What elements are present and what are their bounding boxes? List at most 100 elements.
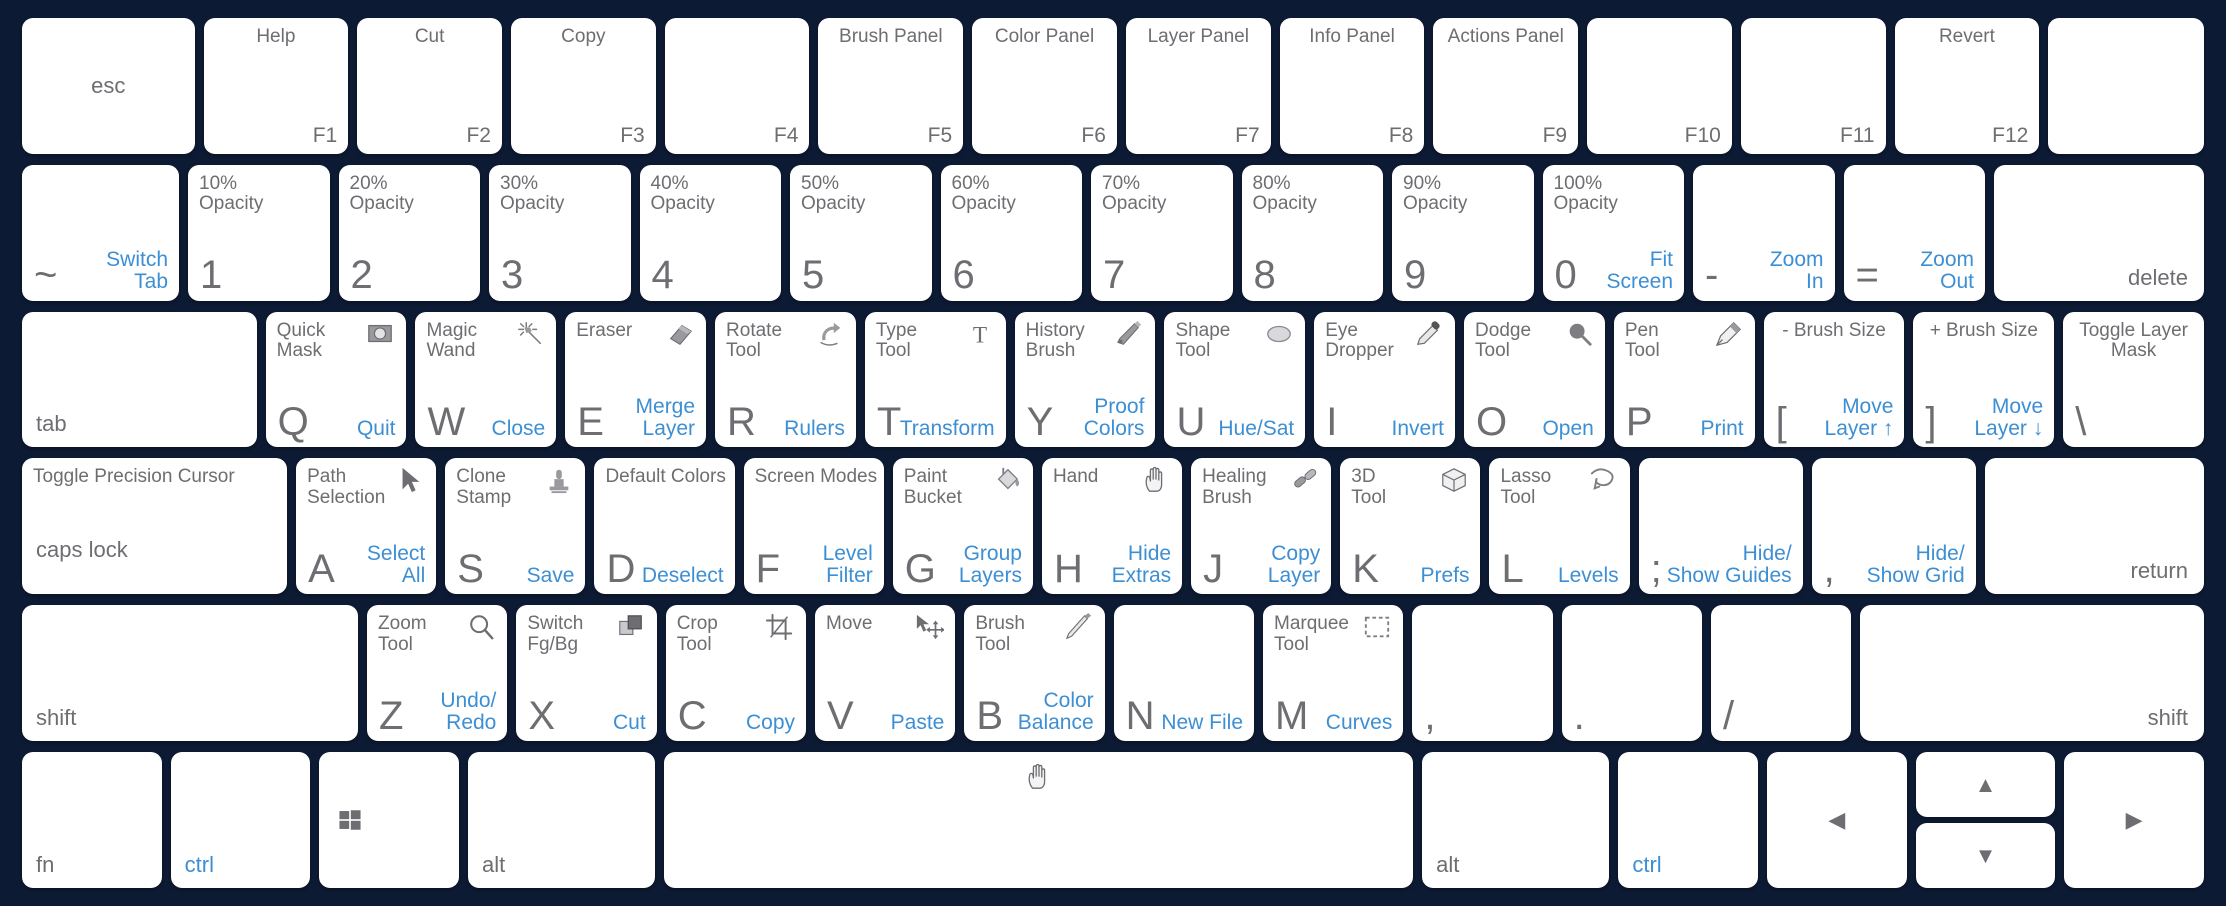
key-4[interactable]: 40% Opacity 4: [639, 164, 782, 301]
arrow-up-icon: ▲: [1974, 771, 1997, 797]
key-slash[interactable]: /: [1710, 605, 1852, 742]
key-equal[interactable]: = Zoom Out: [1843, 164, 1986, 301]
key-action-label: Quit: [356, 417, 396, 441]
key-h[interactable]: Hand H Hide Extras: [1041, 458, 1183, 595]
key-3[interactable]: 30% Opacity 3: [489, 164, 631, 301]
key-bracket-right[interactable]: + Brush Size] Move Layer ↓: [1913, 311, 2055, 448]
key-function-code: F3: [620, 123, 645, 147]
key-6[interactable]: 60% Opacity 6: [940, 164, 1083, 301]
key-l[interactable]: Lasso Tool L Levels: [1489, 458, 1630, 595]
key-f4[interactable]: F4: [664, 18, 810, 154]
key-tool-label: Pen Tool: [1624, 319, 1660, 362]
key-space[interactable]: [664, 752, 1414, 888]
key-action-label: Move Layer ↑: [1824, 394, 1894, 441]
key-glyph: .: [1573, 693, 1585, 738]
key-tool-label: Marquee Tool: [1274, 613, 1349, 655]
key-n[interactable]: N New File: [1113, 605, 1254, 742]
key-d[interactable]: Default Colors D Deselect: [594, 458, 735, 595]
key-arrow-left[interactable]: ◀: [1767, 752, 1907, 888]
key-glyph: Z: [379, 693, 404, 738]
key-tilde[interactable]: ~ Switch Tab: [22, 164, 180, 301]
key-e[interactable]: Eraser E Merge Layer: [565, 311, 707, 448]
key-alt-left[interactable]: alt: [467, 752, 656, 888]
zoom-tool-icon: [464, 612, 498, 642]
key-f8[interactable]: Info Panel F8: [1279, 18, 1425, 154]
key-action-label: Copy Layer: [1267, 541, 1321, 588]
key-9[interactable]: 90% Opacity 9: [1392, 164, 1534, 301]
key-f7[interactable]: Layer Panel F7: [1125, 18, 1271, 154]
key-f12[interactable]: Revert F12: [1894, 18, 2040, 154]
key-v[interactable]: Move V Paste: [815, 605, 956, 742]
key-glyph: 8: [1253, 253, 1276, 298]
key-1[interactable]: 10% Opacity 1: [188, 164, 330, 301]
key-win[interactable]: [319, 752, 459, 888]
key-alt-right[interactable]: alt: [1422, 752, 1610, 888]
key-comma[interactable]: ,: [1412, 605, 1553, 742]
key-backslash[interactable]: Toggle Layer Mask \: [2063, 311, 2205, 448]
key-f6[interactable]: Color Panel F6: [972, 18, 1117, 154]
key-esc[interactable]: esc: [22, 18, 195, 154]
key-caps-lock[interactable]: Toggle Precision Cursor caps lock: [22, 458, 288, 595]
key-b[interactable]: Brush Tool B Color Balance: [964, 605, 1105, 742]
key-bracket-left[interactable]: - Brush Size [Move Layer ↑: [1763, 311, 1905, 448]
key-fn[interactable]: fn: [22, 752, 162, 888]
brush-icon: [1062, 612, 1096, 642]
key-g[interactable]: Paint Bucket G Group Layers: [892, 458, 1033, 595]
key-minus[interactable]: - Zoom In: [1693, 164, 1835, 301]
key-arrow-up[interactable]: ▲: [1915, 752, 2056, 818]
key-w[interactable]: Magic Wand W Close: [415, 311, 557, 448]
key-f5[interactable]: Brush Panel F5: [818, 18, 964, 154]
key-f2[interactable]: Cut F2: [357, 18, 502, 154]
key-u[interactable]: Shape Tool U Hue/Sat: [1164, 311, 1306, 448]
key-f9[interactable]: Actions Panel F9: [1433, 18, 1579, 154]
key-f11[interactable]: F11: [1740, 18, 1886, 154]
key-s[interactable]: Clone Stamp S Save: [445, 458, 586, 595]
key-shift-left[interactable]: shift: [22, 605, 359, 742]
key-quote[interactable]: , Hide/ Show Grid: [1811, 458, 1976, 595]
key-0[interactable]: 100% Opacity 0 Fit Screen: [1542, 164, 1685, 301]
key-f10[interactable]: F10: [1587, 18, 1732, 154]
key-blank-fn[interactable]: [2048, 18, 2204, 154]
key-tool-label: 30% Opacity: [500, 172, 565, 215]
key-q[interactable]: Quick Mask Q Quit: [265, 311, 407, 448]
arrow-down-icon: ▼: [1974, 842, 1997, 868]
key-i[interactable]: Eye Dropper I Invert: [1314, 311, 1456, 448]
key-z[interactable]: Zoom Tool Z Undo/ Redo: [367, 605, 508, 742]
key-return[interactable]: return: [1984, 458, 2204, 595]
key-tab[interactable]: tab: [22, 311, 257, 448]
key-r[interactable]: Rotate Tool R Rulers: [715, 311, 856, 448]
key-ctrl-left[interactable]: ctrl: [170, 752, 311, 888]
key-period[interactable]: .: [1561, 605, 1702, 742]
key-7[interactable]: 70% Opacity 7: [1091, 164, 1233, 301]
key-5[interactable]: 50% Opacity 5: [790, 164, 932, 301]
key-f[interactable]: Screen Modes F Level Filter: [743, 458, 884, 595]
key-y[interactable]: History Brush Y Proof Colors: [1014, 311, 1156, 448]
key-o[interactable]: Dodge Tool O Open: [1464, 311, 1605, 448]
key-semicolon[interactable]: ; Hide/ Show Guides: [1638, 458, 1803, 595]
key-function-code: F12: [1992, 123, 2029, 147]
key-f3[interactable]: Copy F3: [510, 18, 656, 154]
key-arrow-down[interactable]: ▼: [1915, 823, 2056, 888]
key-t[interactable]: Type Tool T T Transform: [864, 311, 1006, 448]
cube-icon: [1437, 465, 1471, 495]
key-tool-label: Quick Mask: [276, 319, 326, 362]
key-label: caps lock: [36, 537, 128, 563]
key-k[interactable]: 3D Tool K Prefs: [1340, 458, 1481, 595]
key-f1[interactable]: Help F1: [203, 18, 349, 154]
key-2[interactable]: 20% Opacity 2: [338, 164, 481, 301]
key-m[interactable]: Marquee Tool M Curves: [1263, 605, 1404, 742]
key-a[interactable]: Path Selection A Select All: [296, 458, 437, 595]
key-ctrl-right[interactable]: ctrl: [1618, 752, 1758, 888]
key-glyph: -: [1705, 253, 1719, 298]
key-shift-right[interactable]: shift: [1860, 605, 2204, 742]
key-x[interactable]: Switch Fg/Bg X Cut: [516, 605, 657, 742]
key-glyph: K: [1352, 547, 1379, 592]
key-delete[interactable]: delete: [1994, 164, 2204, 301]
key-arrow-right[interactable]: ▶: [2064, 752, 2204, 888]
key-8[interactable]: 80% Opacity 8: [1241, 164, 1384, 301]
key-glyph: 4: [651, 253, 674, 298]
clone-stamp-icon: [542, 465, 576, 495]
key-p[interactable]: Pen Tool P Print: [1613, 311, 1755, 448]
key-j[interactable]: Healing Brush J Copy Layer: [1191, 458, 1332, 595]
key-c[interactable]: Crop Tool C Copy: [665, 605, 807, 742]
